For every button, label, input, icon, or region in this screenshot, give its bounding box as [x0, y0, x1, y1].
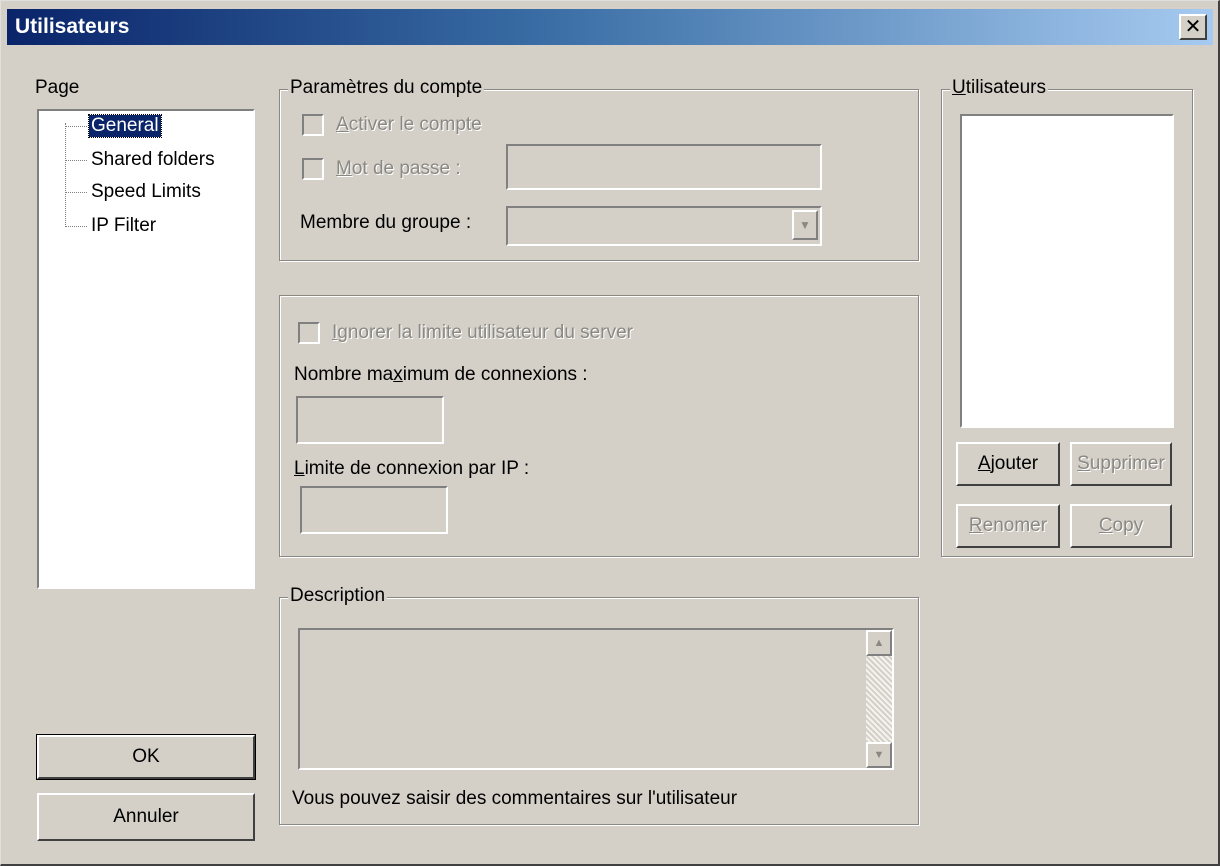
copy-label: opy — [1112, 515, 1144, 536]
max-connections-label: Nombre maximum de connexions : — [294, 364, 588, 386]
password-mnemonic: M — [336, 158, 352, 179]
tree-item-speed-limits[interactable]: Speed Limits — [91, 181, 201, 203]
title-bar[interactable]: Utilisateurs ✕ — [7, 9, 1213, 45]
close-button[interactable]: ✕ — [1179, 14, 1207, 40]
delete-label: upprimer — [1089, 453, 1165, 474]
rename-mnemonic: R — [968, 515, 983, 536]
enable-account-label-text: ctiver le compte — [348, 114, 482, 135]
chevron-down-icon: ▼ — [799, 218, 811, 232]
description-group: Description ▲ ▼ Vous pouvez saisir des c… — [279, 585, 919, 825]
scroll-up-button[interactable]: ▲ — [866, 630, 892, 656]
cancel-button[interactable]: Annuler — [37, 793, 255, 841]
add-label: jouter — [990, 453, 1039, 474]
users-listbox[interactable] — [960, 114, 1174, 428]
max-connections-label-pre: Nombre ma — [294, 364, 394, 385]
password-label: Mot de passe : — [336, 158, 461, 180]
rename-user-button[interactable]: Renomer — [956, 504, 1060, 548]
password-checkbox[interactable] — [302, 158, 324, 180]
tree-branch — [65, 160, 87, 161]
copy-user-button[interactable]: Copy — [1070, 504, 1172, 548]
description-hint: Vous pouvez saisir des commentaires sur … — [292, 788, 738, 809]
tree-item-general[interactable]: General — [88, 114, 162, 138]
delete-user-button[interactable]: Supprimer — [1070, 442, 1172, 486]
description-legend: Description — [288, 585, 388, 607]
users-dialog: Utilisateurs ✕ Page General Shared folde… — [0, 0, 1220, 866]
max-connections-field[interactable] — [296, 396, 444, 444]
group-member-label: Membre du groupe : — [300, 212, 472, 233]
tree-branch — [65, 226, 87, 227]
users-group: Utilisateurs Ajouter Supprimer Renomer C… — [941, 77, 1193, 557]
max-connections-mnemonic: x — [393, 364, 403, 385]
ip-limit-mnemonic: L — [294, 458, 305, 479]
ok-button[interactable]: OK — [36, 734, 256, 780]
password-field[interactable] — [506, 144, 822, 190]
tree-branch — [65, 192, 87, 193]
ip-limit-field[interactable] — [300, 486, 448, 534]
add-mnemonic: A — [977, 453, 991, 474]
ip-limit-label: Limite de connexion par IP : — [294, 458, 529, 480]
description-scrollbar[interactable]: ▲ ▼ — [866, 630, 892, 768]
scroll-track[interactable] — [866, 656, 892, 742]
group-member-select[interactable]: ▼ — [506, 206, 822, 246]
close-icon: ✕ — [1184, 16, 1202, 38]
add-user-button[interactable]: Ajouter — [956, 442, 1060, 486]
enable-account-mnemonic: A — [336, 114, 349, 135]
account-settings-legend: Paramètres du compte — [288, 77, 485, 99]
tree-item-shared-folders[interactable]: Shared folders — [91, 149, 215, 171]
scroll-down-icon: ▼ — [873, 749, 885, 761]
ignore-limit-label-text: gnorer la limite utilisateur du server — [337, 322, 633, 343]
scroll-down-button[interactable]: ▼ — [866, 742, 892, 768]
ignore-limit-label: Ignorer la limite utilisateur du server — [332, 322, 633, 344]
users-legend-text: tilisateurs — [965, 77, 1046, 98]
description-textarea[interactable]: ▲ ▼ — [298, 628, 894, 770]
connection-limits-group: Ignorer la limite utilisateur du server … — [279, 295, 919, 557]
max-connections-label-post: imum de connexions : — [402, 364, 588, 385]
copy-mnemonic: C — [1098, 515, 1113, 536]
scroll-up-icon: ▲ — [873, 637, 885, 649]
tree-item-ip-filter[interactable]: IP Filter — [91, 215, 156, 237]
users-legend-mnemonic: U — [952, 77, 966, 98]
page-label: Page — [35, 77, 80, 98]
password-label-text: ot de passe : — [351, 158, 461, 179]
delete-mnemonic: S — [1077, 453, 1090, 474]
account-settings-group: Paramètres du compte Activer le compte M… — [279, 77, 919, 261]
tree-connector-line — [65, 123, 66, 227]
ignore-limit-checkbox[interactable] — [298, 322, 320, 344]
dropdown-button[interactable]: ▼ — [792, 210, 818, 240]
window-title: Utilisateurs — [15, 15, 130, 38]
ip-limit-label-text: imite de connexion par IP : — [304, 458, 530, 479]
users-legend: Utilisateurs — [950, 77, 1048, 99]
rename-label: enomer — [982, 515, 1048, 536]
page-tree[interactable]: General Shared folders Speed Limits IP F… — [37, 109, 255, 589]
tree-branch — [65, 126, 87, 127]
enable-account-label: Activer le compte — [336, 114, 482, 136]
enable-account-checkbox[interactable] — [302, 114, 324, 136]
